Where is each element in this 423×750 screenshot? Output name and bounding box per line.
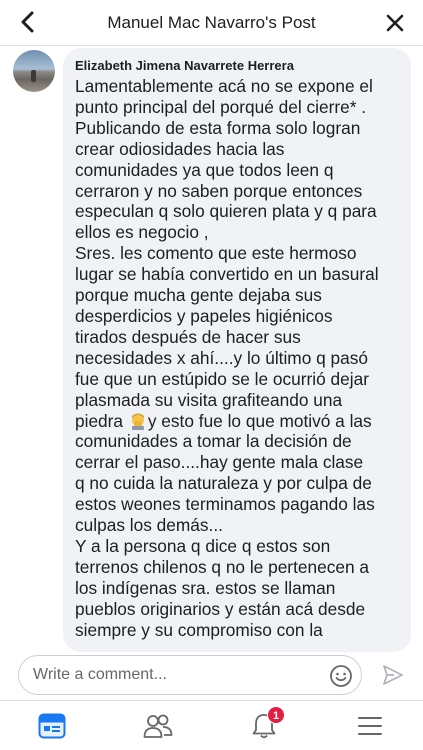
avatar[interactable] — [13, 50, 55, 92]
comment-bubble: Elizabeth Jimena Navarrete Herrera Lamen… — [63, 48, 411, 652]
tab-menu[interactable] — [353, 710, 387, 742]
comment-line: estos weones terminamos pagando las — [75, 494, 375, 515]
tab-news-feed[interactable] — [35, 710, 69, 742]
comment-line: siempre y su compromiso con la — [75, 619, 323, 640]
comment-line: ellos es negocio , — [75, 222, 209, 243]
avatar-figure — [31, 70, 36, 82]
close-button[interactable] — [381, 9, 409, 37]
comment-text: Lamentablemente acá no se expone el punt… — [75, 76, 399, 640]
comment-line: culpas los demás... — [75, 515, 223, 536]
comment-line: Lamentablemente acá no se expone el — [75, 76, 373, 96]
comment-line: Y a la persona q dice q estos son — [75, 535, 331, 556]
tab-notifications[interactable]: 1 — [247, 706, 285, 742]
news-feed-icon — [38, 713, 66, 739]
comment-line: crear odiosidades hacia las — [75, 138, 285, 159]
chevron-left-icon — [21, 11, 34, 33]
comment-line: punto principal del porqué del cierre* . — [75, 96, 367, 117]
comment-line: Sres. les comento que este hermoso — [75, 243, 357, 264]
comment-input[interactable]: Write a comment... — [18, 655, 362, 695]
comment-line: desperdicios y papeles higiénicos — [75, 305, 333, 326]
comment-line-start: piedra — [75, 410, 124, 431]
comment-line: comunidades a tomar la decisión de — [75, 431, 352, 452]
close-icon — [386, 14, 404, 32]
friends-icon — [143, 714, 173, 738]
comment-placeholder: Write a comment... — [33, 666, 167, 683]
comment-line: cerrar el paso....hay gente mala clase — [75, 452, 364, 473]
comment-line-end: y esto fue lo que motivó a las — [147, 410, 372, 431]
comment-line: porque mucha gente dejaba sus — [75, 285, 322, 306]
page-title: Manuel Mac Navarro's Post — [107, 13, 316, 32]
comment-line: los indígenas sra. estos se llaman — [75, 577, 336, 598]
comment-line: necesidades x ahí....y lo último q pasó — [75, 347, 368, 368]
menu-icon — [358, 717, 382, 735]
comment-line: comunidades ya que todos leen q — [75, 159, 334, 180]
comment-line: fue que un estúpido se le ocurrió dejar — [75, 368, 369, 389]
send-icon — [383, 665, 403, 685]
comment-line: piedra y esto fue lo que motivó a las — [75, 411, 399, 432]
comment-line: terrenos chilenos q no le pertenecen a — [75, 556, 369, 577]
comment-line: especulan q solo quieren plata y q para — [75, 201, 377, 222]
bottom-tab-bar: 1 — [0, 700, 423, 750]
comment-line: q no cuida la naturaleza y por culpa de — [75, 473, 372, 494]
facepalm-emoji-icon — [131, 413, 144, 430]
comment-line: lugar se había convertido en un basural — [75, 264, 379, 285]
comment-line: tirados después de hacer sus — [75, 326, 301, 347]
comment-composer: Write a comment... — [0, 655, 423, 700]
tab-friends[interactable] — [141, 710, 175, 742]
post-header: Manuel Mac Navarro's Post — [0, 0, 423, 46]
comment-author[interactable]: Elizabeth Jimena Navarrete Herrera — [75, 58, 399, 73]
comment-line: pueblos originarios y están acá desde — [75, 598, 366, 619]
smiley-icon — [330, 665, 352, 687]
comment-line: cerraron y no saben porque entonces — [75, 180, 363, 201]
comment-line: plasmada su visita grafiteando una — [75, 389, 343, 410]
notification-badge: 1 — [267, 706, 285, 724]
back-button[interactable] — [14, 8, 42, 36]
emoji-button[interactable] — [329, 664, 353, 688]
send-button[interactable] — [380, 662, 406, 688]
comment-line: Publicando de esta forma solo logran — [75, 117, 361, 138]
